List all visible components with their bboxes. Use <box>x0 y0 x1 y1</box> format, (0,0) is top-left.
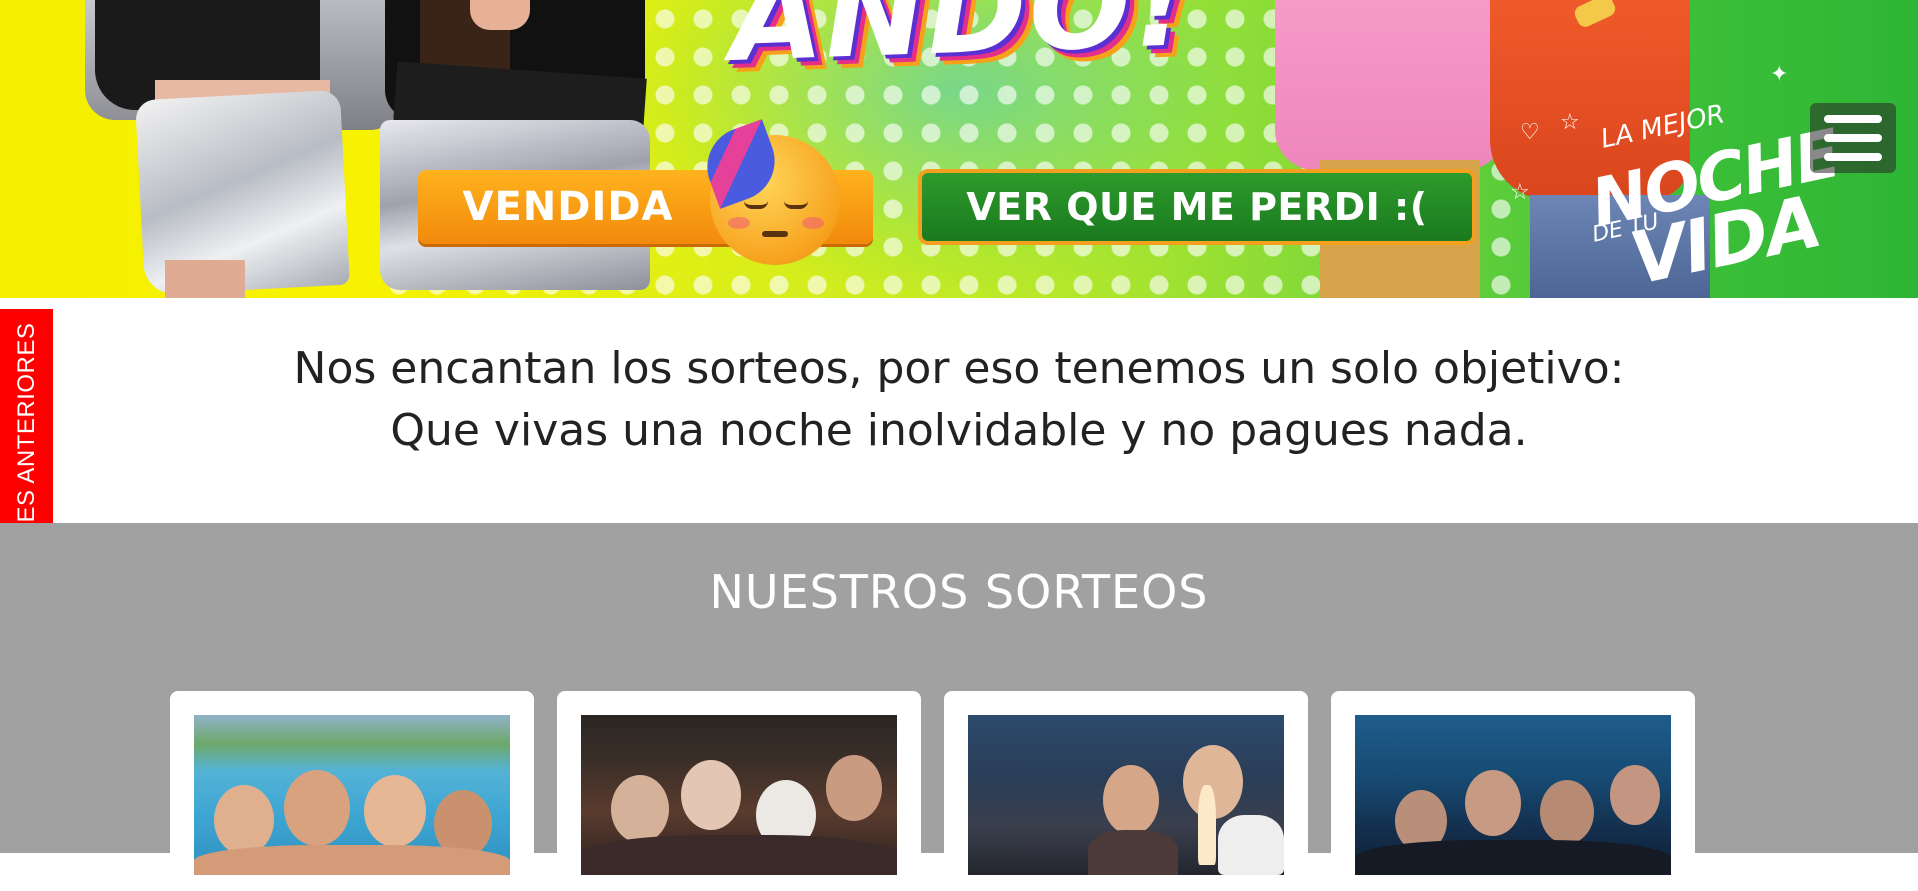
emoji-eye <box>784 201 808 209</box>
star-sparkle-icon: ☆ <box>1560 110 1580 135</box>
photo-face <box>1465 770 1521 836</box>
intro-line-2: Que vivas una noche inolvidable y no pag… <box>390 405 1528 456</box>
photo-shoulders <box>194 845 510 875</box>
raffles-heading: NUESTROS SORTEOS <box>709 565 1209 619</box>
pool-party-photo <box>194 715 510 875</box>
photo-shirt <box>1218 815 1284 875</box>
raffle-card[interactable] <box>944 691 1308 891</box>
photo-face <box>364 775 426 847</box>
photo-face <box>1610 765 1660 825</box>
emoji-blush <box>728 217 750 229</box>
nightclub-crowd-photo <box>1355 715 1671 875</box>
photo-face <box>826 755 882 821</box>
photo-candle <box>1198 785 1216 865</box>
person-second-neck <box>470 0 530 30</box>
photo-face <box>611 775 669 843</box>
hamburger-menu-icon[interactable] <box>1810 103 1896 173</box>
person-pink-hoodie <box>1275 0 1505 170</box>
dinner-toast-photo <box>968 715 1284 875</box>
intro-line-1: Nos encantan los sorteos, por eso tenemo… <box>293 343 1625 394</box>
photo-face <box>681 760 741 830</box>
photo-face <box>1540 780 1594 844</box>
menu-bar <box>1824 115 1882 123</box>
raffle-card[interactable] <box>170 691 534 891</box>
menu-bar <box>1824 153 1882 161</box>
emoji-mouth <box>762 231 788 237</box>
photo-shoulders <box>1355 840 1671 875</box>
photo-face <box>284 770 350 846</box>
raffle-card[interactable] <box>557 691 921 891</box>
raffles-section: NUESTROS SORTEOS <box>0 523 1918 891</box>
star-sparkle-icon: ☆ <box>1510 180 1530 205</box>
person-left-leg <box>165 260 245 298</box>
costume-party-photo <box>581 715 897 875</box>
partying-sad-face-emoji-icon <box>696 119 840 265</box>
sold-label: VENDIDA <box>462 184 674 230</box>
photo-face <box>214 785 274 855</box>
raffle-card[interactable] <box>1331 691 1695 891</box>
hero-banner: ANDO! VENDIDA VER QUE ME PERDI :( ♡ ☆ ☆ … <box>0 0 1918 298</box>
see-what-i-missed-button[interactable]: VER QUE ME PERDI :( <box>918 169 1476 245</box>
intro-text: Nos encantan los sorteos, por eso tenemo… <box>0 338 1918 462</box>
emoji-eye <box>744 201 768 209</box>
champagne-bottle-icon: ✦ <box>1770 62 1789 87</box>
menu-bar <box>1824 134 1882 142</box>
photo-face <box>1103 765 1159 835</box>
heart-sparkle-icon: ♡ <box>1520 120 1540 145</box>
photo-shoulders <box>581 835 897 875</box>
emoji-blush <box>802 217 824 229</box>
